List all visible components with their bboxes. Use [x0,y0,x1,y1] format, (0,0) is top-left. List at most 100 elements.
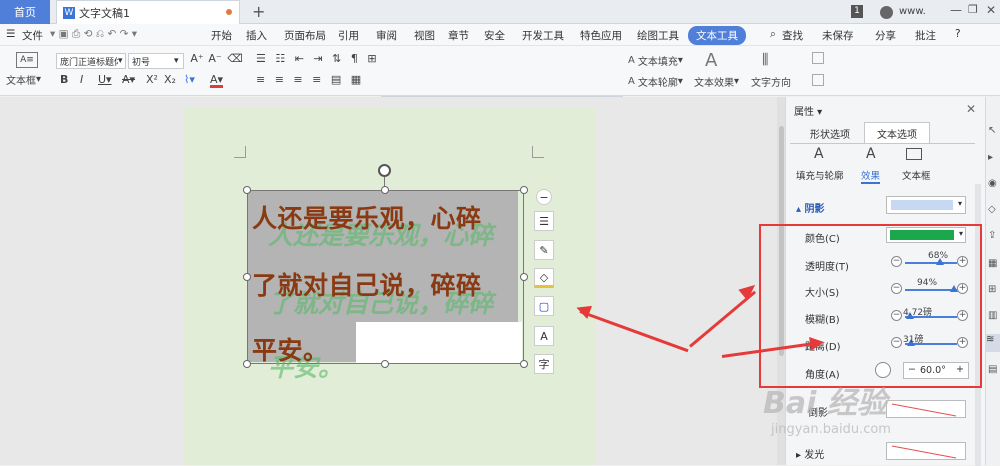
strikethrough-button[interactable]: A▾ [122,73,135,86]
layout-options-button[interactable]: ☰ [534,211,554,231]
shadow-section-header[interactable]: ▴ 阴影 [796,200,825,215]
font-color-button[interactable]: A▾ [210,73,224,88]
text-effect-button[interactable]: 文本效果 ▾ [694,74,739,89]
menu-review[interactable]: 审阅 [376,28,397,43]
location-icon[interactable]: ◉ [988,178,997,189]
subtab-effect[interactable]: 效果 [861,168,881,184]
resize-handle-tl[interactable] [243,186,251,194]
menu-view[interactable]: 视图 [414,28,435,43]
textbox-icon[interactable]: A≡ [16,52,38,68]
text-outline-label: 文本轮廓 [637,78,678,89]
clear-format-icon[interactable]: ⌫ [227,52,243,65]
doc-icon[interactable]: ▤ [988,364,997,375]
new-tab-button[interactable]: + [252,2,265,21]
arrowhead-distance-icon [809,335,825,351]
align-icon-1[interactable] [812,52,824,64]
resize-handle-l[interactable] [243,273,251,281]
rotate-handle-icon[interactable] [378,164,391,177]
menu-comment[interactable]: 批注 [915,28,936,43]
bold-button[interactable]: B [60,73,68,86]
window-count-badge[interactable]: 1 [851,5,863,18]
textbox-button[interactable]: 文本框 ▾ [6,72,41,87]
resize-handle-t[interactable] [381,186,389,194]
menu-start[interactable]: 开始 [211,28,232,43]
outline-icon[interactable]: ▢ [534,296,554,316]
text-wrap-icon[interactable]: A [534,326,554,346]
text-direction-button[interactable]: 文字方向 [751,74,791,89]
avatar[interactable] [880,6,893,19]
resize-handle-r[interactable] [520,273,528,281]
shadow-preset-select[interactable]: ▾ [886,196,966,214]
pointer-icon[interactable]: ▸ [988,152,993,163]
menu-unsaved[interactable]: 未保存 [822,28,854,43]
panel-close-icon[interactable]: ✕ [966,102,976,116]
text-line2[interactable]: 了就对自己说，碎碎 [252,266,482,302]
font-shrink-icon[interactable]: A⁻ [208,52,222,65]
chart-icon[interactable]: ▥ [988,310,997,321]
align-icon-2[interactable] [812,74,824,86]
font-name-select[interactable]: 庞门正道标题体 ▾ [56,53,126,69]
quick-access-icons[interactable]: ▾ ▣ ⎙ ⟲ ⎌ ↶ ↷ ▾ [50,28,137,41]
menu-page-layout[interactable]: 页面布局 [284,28,326,43]
menu-text-tools[interactable]: 文本工具 [688,26,746,45]
menu-security[interactable]: 安全 [484,28,505,43]
text-style-icon[interactable]: 字 [534,354,554,374]
table-icon[interactable]: ▦ [988,258,997,269]
tab-document[interactable]: W 文字文稿1 [56,0,240,24]
text-direction-icon[interactable]: ⫼ [762,52,768,68]
resize-handle-tr[interactable] [520,186,528,194]
search-icon[interactable]: ⌕ [770,28,776,41]
menu-special[interactable]: 特色应用 [580,28,622,43]
user-name[interactable]: www. [899,6,926,17]
menu-find[interactable]: 查找 [782,28,803,43]
ribbon: A≡ 文本框 ▾ 庞门正道标题体 ▾ 初号 ▾ A⁺ A⁻ ⌫ B I U▾ A▾ X… [0,46,1000,136]
text-effect-icon[interactable]: A [705,50,717,71]
select-tool-icon[interactable]: ↖ [988,125,996,136]
font-grow-icon[interactable]: A⁺ [190,52,204,65]
menu-file[interactable]: 文件 [22,28,43,43]
menu-chapter[interactable]: 章节 [448,28,469,43]
tab-text-options[interactable]: 文本选项 [864,122,930,144]
unsaved-dot-icon [226,9,232,15]
paragraph-list-icons[interactable]: ☰ ☷ ⇤ ⇥ ⇅ ¶ ⊞ [256,52,380,65]
alignment-icons[interactable]: ≡ ≡ ≡ ≡ ▤ ▦ [256,73,364,86]
collapse-float-button[interactable]: − [536,189,552,205]
close-window-icon[interactable]: ✕ [986,3,996,17]
superscript-button[interactable]: X² [146,73,158,86]
subtab-fill-outline[interactable]: 填充与轮廓 [796,168,844,182]
panel-title[interactable]: 属性 ▾ [794,103,822,118]
menu-share[interactable]: 分享 [875,28,896,43]
tab-shape-options[interactable]: 形状选项 [800,123,860,143]
restore-icon[interactable]: ❐ [968,3,978,16]
text-line1[interactable]: 人还是要乐观，心碎 [252,199,482,235]
properties-toggle-icon[interactable]: ≋ [986,334,1000,352]
text-fill-button[interactable]: A 文本填充 ▾ [628,53,683,68]
help-button[interactable]: ? [955,28,961,40]
subscript-button[interactable]: X₂ [164,73,176,86]
grid-icon[interactable]: ⊞ [988,284,996,295]
writer-doc-icon: W [63,6,75,19]
shadow-label: 阴影 [804,204,825,215]
fill-icon[interactable]: ◇ [534,268,554,288]
text-line3[interactable]: 平安。 [252,331,329,367]
shapes-icon[interactable]: ◇ [988,204,996,215]
text-outline-button[interactable]: A 文本轮廓 ▾ [628,74,683,89]
upload-icon[interactable]: ⇪ [988,230,996,241]
resize-handle-br[interactable] [520,360,528,368]
font-size-select[interactable]: 初号 ▾ [128,53,184,69]
subtab-textbox[interactable]: 文本框 [902,168,931,182]
menu-drawing-tools[interactable]: 绘图工具 [637,28,679,43]
resize-handle-bl[interactable] [243,360,251,368]
pen-icon[interactable]: ✎ [534,240,554,260]
resize-handle-b[interactable] [381,360,389,368]
menu-reference[interactable]: 引用 [338,28,359,43]
menu-developer[interactable]: 开发工具 [522,28,564,43]
menu-insert[interactable]: 插入 [246,28,267,43]
italic-button[interactable]: I [80,73,83,86]
underline-button[interactable]: U▾ [98,73,112,86]
minimize-icon[interactable]: — [950,3,962,17]
highlight-icon[interactable]: ⌇▾ [184,73,195,86]
tab-home[interactable]: 首页 [0,0,50,24]
effect-icon: A [866,146,876,162]
hamburger-icon[interactable]: ☰ [6,28,15,40]
